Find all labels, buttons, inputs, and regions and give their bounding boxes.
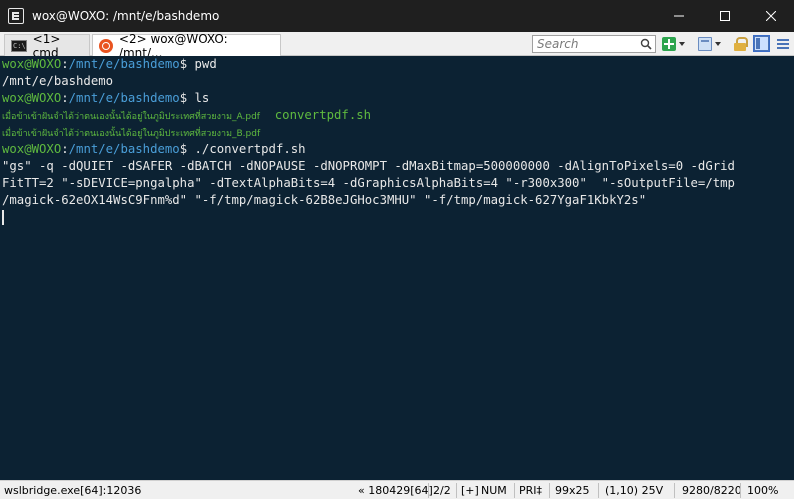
terminal-line: /magick-62eOX14WsC9Fnm%d" "-f/tmp/magick… xyxy=(2,193,647,207)
minimize-button[interactable] xyxy=(656,0,702,32)
maximize-button[interactable] xyxy=(702,0,748,32)
status-add-indicator[interactable]: [+] xyxy=(461,484,479,497)
lock-button[interactable] xyxy=(734,36,748,52)
file-name: เมื่อข้าเข้าฝันจำได้ว่าตนเองนั้นได้อยู่ใ… xyxy=(2,112,260,122)
search-box[interactable] xyxy=(532,35,656,53)
conemu-app-icon[interactable] xyxy=(8,8,24,24)
search-button[interactable] xyxy=(637,36,655,52)
window-icon xyxy=(698,37,712,51)
status-num[interactable]: NUM xyxy=(481,484,507,497)
panel-icon xyxy=(753,34,770,52)
title-bar[interactable]: wox@WOXO: /mnt/e/bashdemo xyxy=(0,0,794,32)
terminal-line: /mnt/e/bashdemo xyxy=(2,74,114,88)
status-cursor[interactable]: (1,10) 25V xyxy=(605,484,663,497)
status-size[interactable]: 99x25 xyxy=(555,484,590,497)
status-console-index[interactable]: 2/2 xyxy=(433,484,451,497)
tab-toolbar: C:\ <1> cmd <2> wox@WOXO: /mnt/... xyxy=(0,32,794,60)
terminal-line: FitTT=2 "-sDEVICE=pngalpha" -dTextAlphaB… xyxy=(2,176,735,190)
plus-icon xyxy=(662,37,676,51)
terminal-line: wox@WOXO:/mnt/e/bashdemo$ pwd xyxy=(2,57,217,71)
status-priority[interactable]: PRI‡ xyxy=(519,484,542,497)
main-menu-button[interactable] xyxy=(776,36,790,52)
close-icon xyxy=(766,11,776,21)
search-icon xyxy=(640,38,652,50)
panel-toggle-button[interactable] xyxy=(753,34,770,52)
window-menu-button[interactable] xyxy=(698,36,721,52)
ubuntu-icon xyxy=(99,38,113,53)
tab-cmd[interactable]: C:\ <1> cmd xyxy=(4,32,90,60)
tab-ubuntu[interactable]: <2> wox@WOXO: /mnt/... xyxy=(92,32,281,60)
terminal-line: "gs" -q -dQUIET -dSAFER -dBATCH -dNOPAUS… xyxy=(2,159,735,173)
minimize-icon xyxy=(674,15,684,17)
status-zoom[interactable]: 100% xyxy=(747,484,778,497)
hamburger-menu-icon xyxy=(776,37,790,51)
status-process[interactable]: wslbridge.exe[64]:12036 xyxy=(4,484,141,497)
status-buffer[interactable]: 9280/8220 xyxy=(682,484,742,497)
status-bar: wslbridge.exe[64]:12036 « 180429[64] 2/2… xyxy=(0,480,794,499)
lock-icon xyxy=(734,37,748,51)
text-cursor xyxy=(2,210,4,225)
window-title: wox@WOXO: /mnt/e/bashdemo xyxy=(32,9,220,23)
cmd-icon: C:\ xyxy=(11,39,27,52)
status-build[interactable]: « 180429[64] xyxy=(358,484,433,497)
new-console-button[interactable] xyxy=(662,36,685,52)
close-button[interactable] xyxy=(748,0,794,32)
search-input[interactable] xyxy=(533,36,637,52)
terminal-line: wox@WOXO:/mnt/e/bashdemo$ ./convertpdf.s… xyxy=(2,142,306,156)
file-name: convertpdf.sh xyxy=(274,108,372,122)
chevron-down-icon xyxy=(715,42,721,46)
file-name: เมื่อข้าเข้าฝันจำได้ว่าตนเองนั้นได้อยู่ใ… xyxy=(2,129,261,139)
chevron-down-icon xyxy=(679,42,685,46)
window-controls xyxy=(656,0,794,32)
terminal-line: เมื่อข้าเข้าฝันจำได้ว่าตนเองนั้นได้อยู่ใ… xyxy=(2,107,371,124)
maximize-icon xyxy=(720,11,730,21)
terminal-line: wox@WOXO:/mnt/e/bashdemo$ ls xyxy=(2,91,210,105)
terminal-area[interactable]: wox@WOXO:/mnt/e/bashdemo$ pwd /mnt/e/bas… xyxy=(0,56,794,480)
terminal-line: เมื่อข้าเข้าฝันจำได้ว่าตนเองนั้นได้อยู่ใ… xyxy=(2,124,260,141)
